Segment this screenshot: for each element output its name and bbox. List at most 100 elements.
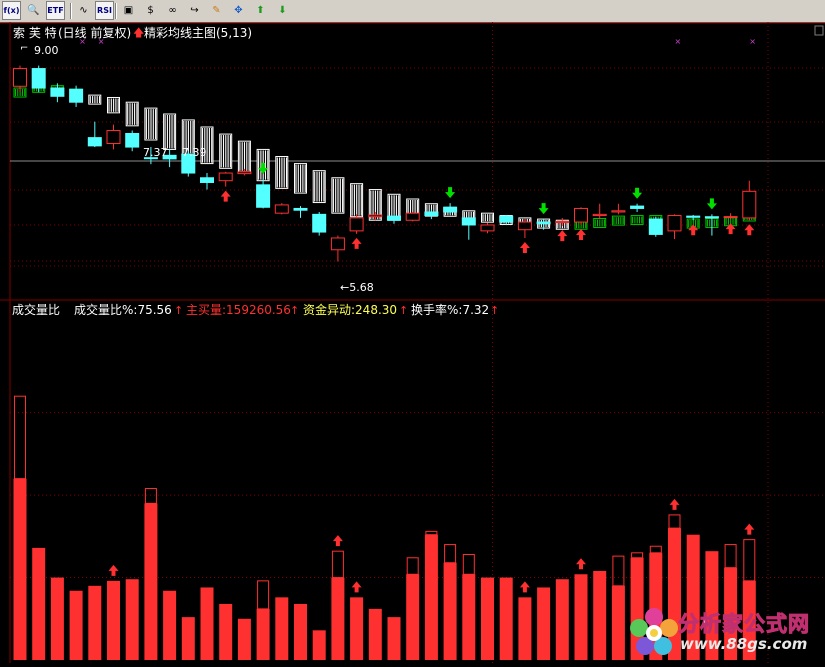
volume-fill: [163, 590, 177, 660]
volume-bar: [163, 590, 177, 660]
volume-bar: [499, 577, 513, 660]
volume-outline: [331, 550, 344, 579]
watermark: 分析家公式网 www.88gs.com: [628, 604, 823, 660]
indicator-chart-icon[interactable]: ∿: [74, 1, 93, 20]
candle: [742, 180, 757, 221]
ma-band: [237, 140, 251, 173]
volume-outline: [631, 552, 644, 559]
panel-restore-icon[interactable]: [814, 25, 824, 36]
sell-signal-arrow-icon: [632, 187, 643, 199]
volume-bar: [144, 488, 158, 660]
volume-fill: [518, 597, 532, 660]
candle-body: [667, 215, 682, 232]
candle-body: [106, 130, 121, 145]
picture-icon[interactable]: ▣: [119, 1, 138, 20]
candle-body: [125, 132, 140, 148]
candle-body: [31, 68, 46, 89]
volume-signal-arrow-icon: [108, 564, 119, 576]
volume-bar: [481, 577, 494, 660]
volume-fill: [481, 577, 494, 660]
candle: [349, 214, 364, 234]
candle-body: [499, 215, 514, 223]
volume-fill: [499, 577, 513, 660]
volume-bar: [237, 618, 251, 660]
chart-area: × × × × 索 芙 特 (日线 前复权) 🡅 精彩均线主图(5,13) 9.00 …: [0, 22, 825, 663]
search-icon[interactable]: 🔍: [24, 1, 43, 20]
move-icon[interactable]: ✥: [229, 1, 248, 20]
etf-button[interactable]: ETF: [46, 1, 65, 20]
toolbar-separator: [70, 3, 72, 19]
candle-body: [536, 221, 551, 225]
volume-bar: [387, 617, 401, 660]
volume-bar: [443, 544, 457, 660]
sub-panel-name: 成交量比: [12, 302, 60, 317]
ma-band: [611, 215, 625, 226]
volume-outline: [462, 553, 475, 575]
volume-fill: [181, 617, 195, 660]
candle-body: [312, 213, 327, 233]
candle-body: [611, 210, 626, 213]
volume-bar: [368, 608, 382, 660]
volume-fill: [387, 617, 401, 660]
volume-fill: [537, 587, 551, 660]
ma-band: [593, 217, 607, 228]
volume-fill: [275, 597, 289, 660]
dollar-icon[interactable]: $: [141, 1, 160, 20]
volume-bar: [32, 547, 46, 660]
candle-body: [69, 88, 84, 103]
candle-body: [517, 221, 532, 231]
volume-signal-arrow-icon: [519, 581, 530, 593]
volume-fill: [32, 547, 46, 660]
candle-body: [387, 215, 401, 221]
rsi-button[interactable]: RSI: [95, 1, 114, 20]
sell-signal-arrow-icon: [538, 203, 549, 215]
pencil-icon[interactable]: ✎: [207, 1, 226, 20]
volume-outline: [724, 544, 737, 569]
volume-bar: [200, 587, 214, 660]
indicator-arrow-icon: 🡅: [133, 26, 144, 39]
volume-bar: [50, 577, 64, 660]
candle: [31, 65, 46, 93]
candle: [256, 178, 271, 209]
volume-fill: [125, 579, 139, 660]
candle-body: [592, 213, 607, 217]
toolbar: f(x) 🔍 ETF ∿ RSI ▣ $ ∞ ↪ ✎ ✥ ⬆ ⬇: [0, 0, 825, 23]
candle-body: [349, 217, 364, 232]
volume-bar: [611, 555, 625, 660]
volume-bar: [555, 579, 569, 660]
candle: [517, 219, 532, 238]
down-arrow-icon[interactable]: ⬇: [273, 1, 292, 20]
candle: [125, 130, 140, 152]
link-icon[interactable]: ∞: [163, 1, 182, 20]
export-icon[interactable]: ↪: [185, 1, 204, 20]
volume-fill: [312, 630, 326, 660]
volume-fill: [219, 603, 233, 660]
candle: [218, 171, 233, 187]
volume-signal-arrow-icon: [744, 523, 755, 535]
buy-signal-arrow-icon: [351, 237, 362, 249]
candle-body: [424, 211, 439, 217]
volume-bar: [462, 553, 476, 660]
buy-signal-arrow-icon: [220, 190, 231, 202]
high-price-label: 9.00: [34, 44, 59, 57]
candle-body: [200, 177, 214, 183]
up-arrow-icon[interactable]: ⬆: [251, 1, 270, 20]
volume-outline: [649, 545, 662, 554]
volume-bar: [107, 580, 120, 660]
candles: [13, 65, 757, 262]
volume-outline: [668, 514, 681, 529]
volume-fill: [256, 608, 270, 660]
moving-averages: [13, 82, 756, 230]
candle-body: [723, 216, 738, 219]
ma-band: [163, 113, 177, 150]
volume-bar: [69, 590, 83, 660]
volume-bar: [125, 579, 139, 660]
volume-fill: [13, 478, 27, 660]
volume-fill: [574, 574, 588, 660]
formula-icon[interactable]: f(x): [2, 1, 21, 20]
volume-bar: [312, 630, 326, 660]
ma-band: [331, 177, 345, 214]
volume-outline: [444, 544, 457, 564]
ma-band: [275, 156, 289, 189]
candle-body: [574, 207, 588, 223]
